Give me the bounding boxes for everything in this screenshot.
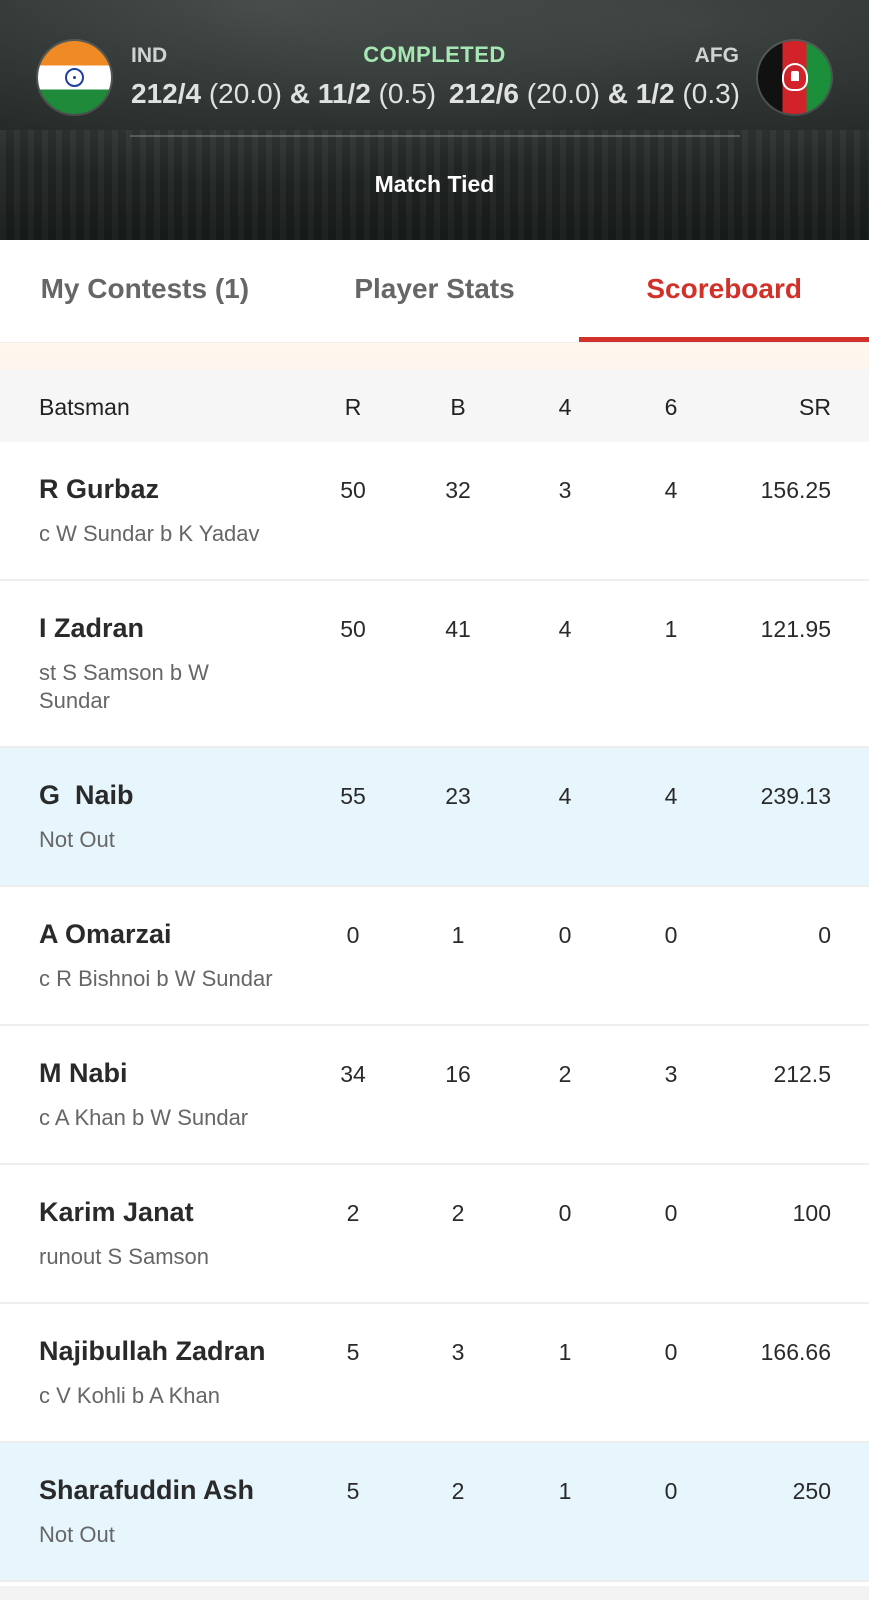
table-row[interactable]: Karim Janat runout S Samson 2 2 0 0 100 bbox=[0, 1165, 869, 1304]
dismissal-text: st S Samson b W Sundar bbox=[39, 660, 209, 713]
strike-rate: 239.13 bbox=[760, 783, 831, 809]
batsman-name: Karim Janat bbox=[39, 1197, 194, 1227]
tab-strip bbox=[0, 343, 869, 370]
table-row[interactable]: I Zadran st S Samson b W Sundar 50 41 4 … bbox=[0, 581, 869, 748]
strike-rate: 0 bbox=[818, 922, 831, 948]
balls: 16 bbox=[445, 1061, 471, 1087]
table-row[interactable]: Sharafuddin Ash Not Out 5 2 1 0 250 bbox=[0, 1443, 869, 1582]
batsman-name: R Gurbaz bbox=[39, 474, 160, 504]
dismissal-text: Not Out bbox=[39, 827, 115, 852]
table-row[interactable]: M Nabi c A Khan b W Sundar 34 16 2 3 212… bbox=[0, 1026, 869, 1165]
strike-rate: 100 bbox=[792, 1200, 831, 1226]
fours: 0 bbox=[558, 1200, 572, 1226]
strike-rate: 250 bbox=[792, 1478, 831, 1504]
fours: 4 bbox=[558, 616, 572, 642]
runs: 0 bbox=[346, 922, 360, 948]
batsman-name: A Omarzai bbox=[39, 919, 172, 949]
header-balls: B bbox=[450, 394, 466, 420]
balls: 32 bbox=[445, 477, 471, 503]
tab-bar: My Contests (1) Player Stats Scoreboard bbox=[0, 240, 869, 343]
runs: 5 bbox=[346, 1339, 360, 1365]
header-runs: R bbox=[344, 394, 362, 420]
table-row[interactable]: Najibullah Zadran c V Kohli b A Khan 5 3… bbox=[0, 1304, 869, 1443]
team2-score: 212/6 (20.0) & 1/2 (0.3) bbox=[448, 78, 740, 109]
header-divider bbox=[130, 135, 740, 137]
runs: 50 bbox=[340, 616, 366, 642]
runs: 5 bbox=[346, 1478, 360, 1504]
fours: 0 bbox=[558, 922, 572, 948]
strike-rate: 166.66 bbox=[760, 1339, 831, 1365]
balls: 3 bbox=[451, 1339, 465, 1365]
batsman-name: Najibullah Zadran bbox=[39, 1336, 266, 1366]
fours: 4 bbox=[558, 783, 572, 809]
runs: 2 bbox=[346, 1200, 360, 1226]
fours: 3 bbox=[558, 477, 572, 503]
header-batsman: Batsman bbox=[39, 394, 130, 420]
dismissal-text: c R Bishnoi b W Sundar bbox=[39, 966, 273, 991]
dismissal-text: runout S Samson bbox=[39, 1244, 209, 1269]
strike-rate: 212.5 bbox=[773, 1061, 831, 1087]
runs: 55 bbox=[340, 783, 366, 809]
table-row[interactable]: A Omarzai c R Bishnoi b W Sundar 0 1 0 0… bbox=[0, 887, 869, 1026]
tab-scoreboard[interactable]: Scoreboard bbox=[579, 240, 869, 342]
team1-score: 212/4 (20.0) & 11/2 (0.5) bbox=[131, 78, 437, 109]
tab-player-stats[interactable]: Player Stats bbox=[290, 240, 580, 342]
strike-rate: 121.95 bbox=[760, 616, 831, 642]
balls: 1 bbox=[451, 922, 465, 948]
batting-table-body: R Gurbaz c W Sundar b K Yadav 50 32 3 4 … bbox=[0, 442, 869, 1582]
runs: 34 bbox=[340, 1061, 366, 1087]
match-result: Match Tied bbox=[374, 171, 495, 197]
dismissal-text: c A Khan b W Sundar bbox=[39, 1105, 249, 1130]
batsman-name: M Nabi bbox=[39, 1058, 128, 1088]
batsman-name: G Naib bbox=[39, 780, 134, 810]
dismissal-text: c V Kohli b A Khan bbox=[39, 1383, 221, 1408]
header-strike-rate: SR bbox=[799, 394, 831, 420]
fours: 2 bbox=[558, 1061, 572, 1087]
table-row[interactable]: R Gurbaz c W Sundar b K Yadav 50 32 3 4 … bbox=[0, 442, 869, 581]
match-header: IND COMPLETED AFG 212/4 (20.0) & 11/2 (0… bbox=[0, 0, 869, 240]
bottom-edge bbox=[0, 1586, 869, 1600]
dismissal-text: c W Sundar b K Yadav bbox=[39, 521, 260, 546]
dismissal-text: Not Out bbox=[39, 1522, 115, 1547]
balls: 2 bbox=[451, 1478, 465, 1504]
table-row[interactable]: G Naib Not Out 55 23 4 4 239.13 bbox=[0, 748, 869, 887]
tab-my-contests[interactable]: My Contests (1) bbox=[0, 240, 290, 342]
team2-code: AFG bbox=[694, 44, 739, 67]
fours: 1 bbox=[558, 1478, 572, 1504]
balls: 41 bbox=[445, 616, 471, 642]
batsman-name: I Zadran bbox=[39, 613, 145, 643]
afghanistan-flag-icon bbox=[758, 41, 831, 114]
fours: 1 bbox=[558, 1339, 572, 1365]
header-fours: 4 bbox=[558, 394, 572, 420]
batsman-name: Sharafuddin Ash bbox=[39, 1475, 255, 1505]
strike-rate: 156.25 bbox=[760, 477, 831, 503]
runs: 50 bbox=[340, 477, 366, 503]
balls: 23 bbox=[445, 783, 471, 809]
balls: 2 bbox=[451, 1200, 465, 1226]
batting-table-header: Batsman R B 4 6 SR bbox=[0, 370, 869, 442]
